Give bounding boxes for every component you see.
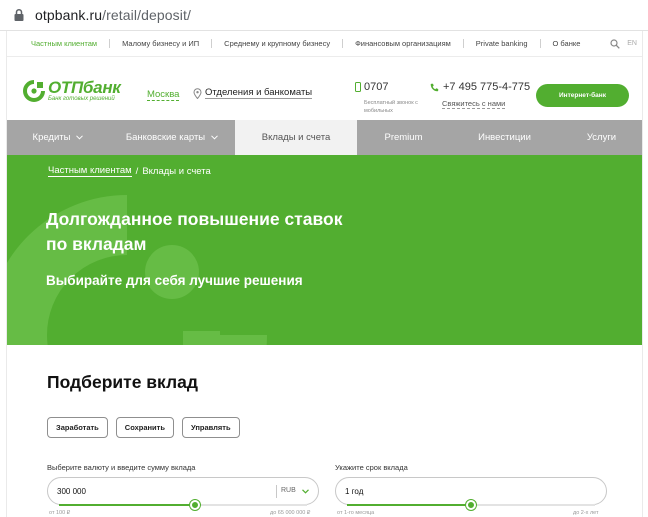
hero-subtitle: Выбирайте для себя лучшие решения — [46, 273, 303, 288]
menu-item-deposits[interactable]: Вклады и счета — [235, 120, 357, 155]
menu-item-label: Инвестиции — [478, 132, 531, 143]
language-switch[interactable]: EN — [627, 40, 637, 47]
menu-item-investments[interactable]: Инвестиции — [450, 120, 559, 155]
browser-address-bar[interactable]: otpbank.ru/retail/deposit/ — [0, 0, 648, 31]
menu-item-credits[interactable]: Кредиты — [7, 120, 109, 155]
amount-value: 300 000 — [57, 487, 86, 496]
url-text[interactable]: otpbank.ru/retail/deposit/ — [35, 7, 191, 23]
goal-buttons: Заработать Сохранить Управлять — [47, 417, 248, 438]
internet-bank-button[interactable]: Интернет-банк — [536, 84, 629, 107]
amount-min-label: от 100 ₽ — [49, 510, 71, 516]
menu-item-premium[interactable]: Premium — [357, 120, 450, 155]
breadcrumb-current: Вклады и счета — [142, 165, 211, 177]
term-value: 1 год — [345, 487, 364, 496]
goal-manage-button[interactable]: Управлять — [181, 417, 240, 438]
city-selector[interactable]: Москва — [147, 89, 180, 101]
otp-logo[interactable]: ОТПбанк Банк готовых решений — [23, 79, 121, 103]
term-max-label: до 2-х лет — [573, 510, 599, 516]
segment-bar: Частным клиентам Малому бизнесу и ИП Сре… — [7, 31, 642, 57]
menu-item-label: Кредиты — [32, 132, 71, 143]
segment-about[interactable]: О банке — [541, 39, 593, 48]
long-phone[interactable]: +7 495 775-4-775 — [430, 81, 530, 93]
page: Частным клиентам Малому бизнесу и ИП Сре… — [6, 31, 643, 517]
term-slider[interactable] — [347, 500, 595, 510]
picker-title: Подберите вклад — [47, 372, 198, 392]
mobile-icon — [355, 82, 361, 92]
hero-title: Долгожданное повышение ставок по вкладам — [46, 209, 343, 254]
url-path: /retail/deposit/ — [102, 7, 191, 23]
menu-item-label: Услуги — [586, 132, 617, 143]
segment-financial-orgs[interactable]: Финансовым организациям — [343, 39, 464, 48]
term-label: Укажите срок вклада — [335, 463, 408, 472]
currency-divider — [276, 485, 277, 498]
segment-corporate[interactable]: Среднему и крупному бизнесу — [212, 39, 344, 48]
callback-link[interactable]: Свяжитесь с нами — [442, 99, 506, 109]
goal-earn-button[interactable]: Заработать — [47, 417, 108, 438]
term-slider-handle[interactable] — [466, 500, 476, 510]
long-phone-number: +7 495 775-4-775 — [443, 81, 531, 93]
breadcrumb-separator: / — [135, 165, 139, 177]
branches-link-label: Отделения и банкоматы — [205, 87, 313, 99]
short-phone-number: 0707 — [364, 81, 389, 93]
amount-input[interactable]: 300 000 RUB — [47, 477, 319, 505]
otp-logo-mark-icon — [23, 80, 45, 102]
amount-slider-fill — [59, 504, 196, 506]
term-slider-fill — [347, 504, 471, 506]
amount-label: Выберите валюту и введите сумму вклада — [47, 463, 196, 472]
location-pin-icon — [193, 87, 202, 99]
short-phone[interactable]: 0707 — [355, 81, 388, 93]
site-header: ОТПбанк Банк готовых решений Москва Отде… — [7, 57, 642, 120]
menu-item-label: Вклады и счета — [261, 132, 331, 143]
chevron-down-icon — [76, 135, 84, 140]
chevron-down-icon[interactable] — [302, 489, 309, 494]
currency-select[interactable]: RUB — [281, 487, 296, 494]
main-menu: Кредиты Банковские карты Вклады и счета … — [7, 120, 642, 155]
breadcrumb-retail[interactable]: Частным клиентам — [48, 165, 132, 177]
menu-item-bank-cards[interactable]: Банковские карты — [109, 120, 235, 155]
menu-item-services[interactable]: Услуги — [559, 120, 642, 155]
segment-retail[interactable]: Частным клиентам — [31, 39, 111, 48]
amount-slider[interactable] — [59, 500, 307, 510]
goal-save-button[interactable]: Сохранить — [115, 417, 174, 438]
branches-link[interactable]: Отделения и банкоматы — [193, 87, 313, 99]
hero-banner: Частным клиентам / Вклады и счета Долгож… — [7, 155, 642, 345]
breadcrumb: Частным клиентам / Вклады и счета — [48, 165, 211, 177]
url-host: otpbank.ru — [35, 7, 103, 23]
logo-slogan: Банк готовых решений — [48, 96, 115, 102]
chevron-down-icon — [211, 135, 218, 140]
search-icon[interactable] — [610, 39, 620, 49]
term-min-label: от 1-го месяца — [337, 510, 375, 516]
segment-private-banking[interactable]: Private banking — [464, 39, 541, 48]
menu-item-label: Банковские карты — [125, 132, 206, 143]
phone-icon — [430, 83, 439, 91]
lock-icon — [14, 8, 24, 21]
amount-slider-handle[interactable] — [190, 500, 201, 510]
short-phone-note: Бесплатный звонок с мобильных — [364, 100, 418, 114]
segment-small-business[interactable]: Малому бизнесу и ИП — [110, 39, 213, 48]
menu-item-label: Premium — [384, 132, 423, 143]
logo-name: ОТПбанк — [48, 78, 121, 97]
amount-max-label: до 65 000 000 ₽ — [270, 510, 311, 516]
